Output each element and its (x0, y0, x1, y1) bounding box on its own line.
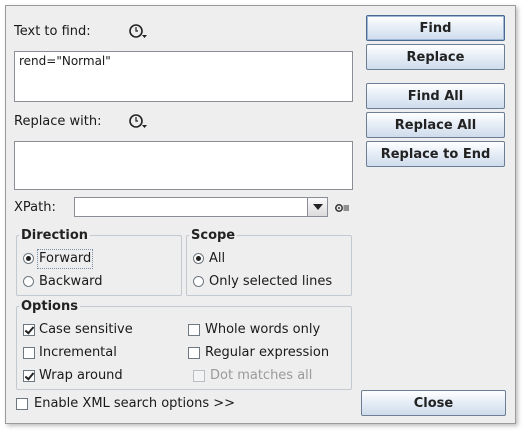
find-all-button[interactable]: Find All (366, 83, 505, 109)
regex-checkbox[interactable] (188, 347, 200, 359)
replace-all-button[interactable]: Replace All (366, 112, 505, 138)
xml-options-checkbox[interactable] (16, 398, 28, 410)
forward-label[interactable]: Forward (36, 249, 94, 269)
history-dropdown-icon[interactable] (128, 113, 148, 131)
replace-to-end-button-label: Replace to End (380, 146, 491, 162)
replace-button[interactable]: Replace (366, 44, 505, 70)
replace-label: Replace with: (14, 114, 102, 129)
xpath-combo[interactable] (74, 197, 328, 217)
scope-title: Scope (191, 228, 236, 243)
backward-radio[interactable] (23, 276, 34, 287)
regex-label[interactable]: Regular expression (205, 345, 329, 361)
gear-settings-icon[interactable] (334, 202, 350, 214)
forward-radio[interactable] (23, 253, 34, 264)
replace-all-button-label: Replace All (394, 117, 477, 133)
find-button[interactable]: Find (366, 15, 505, 41)
case-sensitive-label[interactable]: Case sensitive (39, 322, 133, 338)
close-button[interactable]: Close (361, 390, 506, 416)
wrap-around-checkbox[interactable] (23, 370, 35, 382)
direction-title: Direction (21, 228, 89, 243)
replace-button-label: Replace (406, 49, 465, 65)
xpath-label: XPath: (14, 200, 56, 215)
replace-to-end-button[interactable]: Replace to End (366, 141, 505, 167)
dot-matches-all-label: Dot matches all (210, 368, 313, 383)
whole-words-checkbox[interactable] (188, 324, 200, 336)
whole-words-label[interactable]: Whole words only (205, 322, 320, 338)
history-dropdown-icon[interactable] (128, 23, 148, 41)
find-replace-dialog: Text to find: rend="Normal" Replace with… (5, 5, 516, 424)
find-label: Text to find: (14, 24, 91, 39)
selected-lines-label[interactable]: Only selected lines (209, 274, 332, 290)
incremental-checkbox[interactable] (23, 347, 35, 359)
replace-text-field[interactable] (14, 141, 353, 190)
find-text-field[interactable]: rend="Normal" (14, 51, 353, 102)
incremental-label[interactable]: Incremental (39, 345, 117, 361)
all-radio[interactable] (193, 253, 204, 264)
selected-lines-radio[interactable] (193, 276, 204, 287)
case-sensitive-checkbox[interactable] (23, 324, 35, 336)
close-button-label: Close (413, 395, 454, 411)
dot-matches-all-checkbox (193, 370, 205, 382)
all-label[interactable]: All (209, 251, 225, 267)
xml-options-label[interactable]: Enable XML search options >> (34, 396, 235, 412)
backward-label[interactable]: Backward (39, 274, 103, 290)
chevron-down-icon[interactable] (307, 198, 327, 216)
wrap-around-label[interactable]: Wrap around (39, 368, 123, 384)
find-all-button-label: Find All (407, 88, 464, 104)
find-button-label: Find (419, 20, 452, 36)
options-title: Options (21, 299, 78, 314)
